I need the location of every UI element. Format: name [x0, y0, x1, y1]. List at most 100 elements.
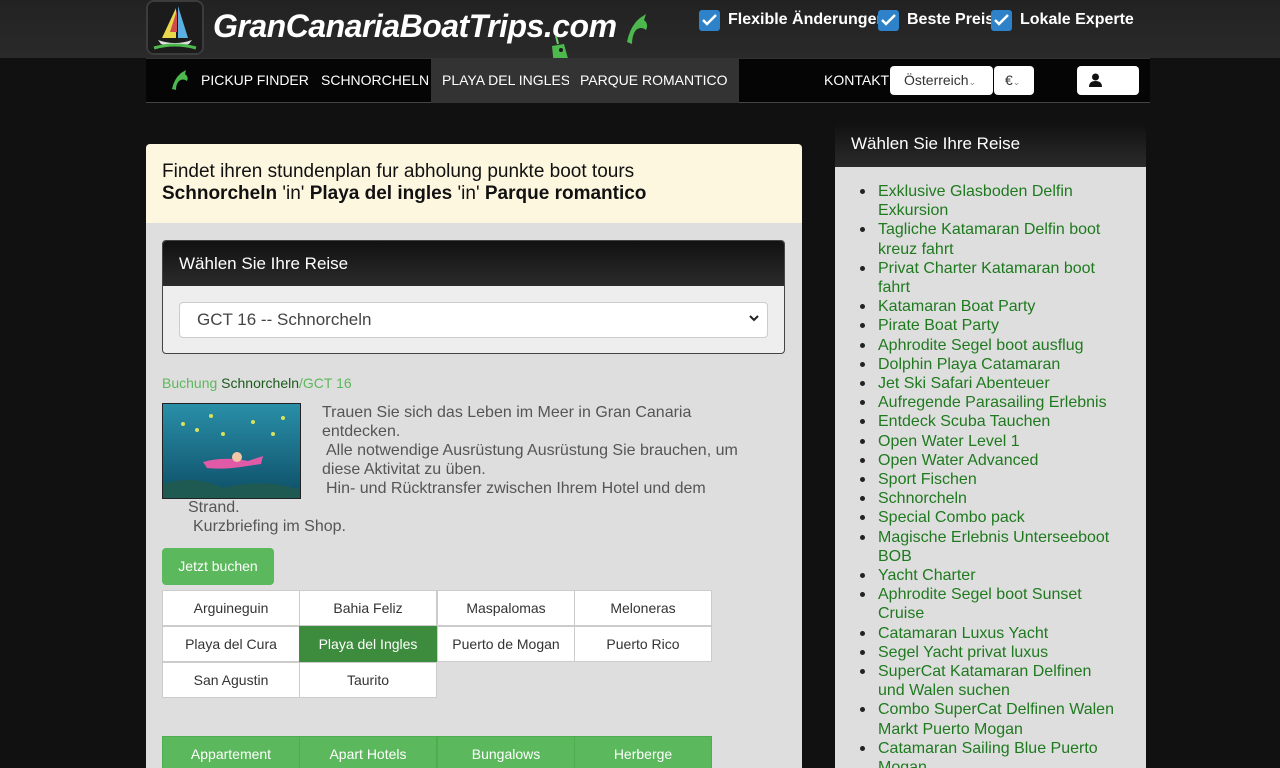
- sidebar-trip-link[interactable]: Combo SuperCat Delfinen Walen Markt Puert…: [859, 700, 1139, 738]
- sidebar-trip-link[interactable]: Katamaran Boat Party: [859, 297, 1139, 316]
- type-apart-hotels[interactable]: Apart Hotels: [299, 736, 437, 768]
- description-line: Alle notwendige Ausrüstung Ausrüstung Si…: [326, 442, 738, 459]
- type-appartement[interactable]: Appartement: [162, 736, 300, 768]
- sidebar-trip-link[interactable]: Special Combo pack: [859, 508, 1139, 527]
- sidebar-trip-label: Open Water Advanced: [878, 451, 1039, 469]
- nav-playa-del-ingles[interactable]: PLAYA DEL INGLES: [431, 59, 582, 103]
- sidebar-trip-link[interactable]: Jet Ski Safari Abenteuer: [859, 374, 1139, 393]
- sidebar-trip-link[interactable]: Catamaran Luxus Yacht: [859, 624, 1139, 643]
- description-line: Kurzbriefing im Shop.: [193, 518, 346, 535]
- main-navbar: PICKUP FINDER SCHNORCHELN PLAYA DEL INGL…: [146, 58, 1150, 103]
- dolphin-logo-icon: [627, 14, 648, 44]
- sidebar-trip-label: Open Water Level 1: [878, 432, 1020, 450]
- location-playa-del-cura[interactable]: Playa del Cura: [162, 626, 300, 662]
- country-select[interactable]: Österreich⌄: [890, 66, 993, 95]
- feature-local-expert: Lokale Experte: [991, 9, 1134, 31]
- description-line: Trauen Sie sich das Leben im Meer in Gra…: [322, 404, 692, 421]
- sidebar-trip-label: Markt Puerto Mogan: [878, 720, 1023, 738]
- sidebar-trip-label: Tagliche Katamaran Delfin boot: [878, 221, 1101, 239]
- location-maspalomas[interactable]: Maspalomas: [437, 590, 575, 626]
- sidebar-trip-label: fahrt: [878, 279, 911, 297]
- description-line: Hin- und Rücktransfer zwischen Ihrem Hot…: [326, 480, 706, 497]
- nav-schnorcheln[interactable]: SCHNORCHELN: [310, 59, 440, 103]
- sidebar-trip-link[interactable]: Segel Yacht privat luxus: [859, 643, 1139, 662]
- sidebar-trip-list: Exklusive Glasboden Delfin Exkursion Tagli…: [859, 182, 1139, 768]
- currency-select[interactable]: €⌄: [994, 66, 1034, 95]
- sidebar-trip-link[interactable]: Catamaran Sailing Blue Puerto Mogan: [859, 739, 1139, 768]
- sidebar-trip-link[interactable]: SuperCat Katamaran Delfinen und Walen suc…: [859, 662, 1139, 700]
- trip-select-dropdown[interactable]: GCT 16 -- Schnorcheln: [179, 302, 768, 338]
- sidebar-trip-link[interactable]: Aufregende Parasailing Erlebnis: [859, 393, 1139, 412]
- location-puerto-de-mogan[interactable]: Puerto de Mogan: [437, 626, 575, 662]
- pickup-notice: Findet ihren stundenplan fur abholung pu…: [146, 144, 802, 223]
- sidebar-trip-label: Catamaran Luxus Yacht: [878, 624, 1049, 642]
- sidebar-trip-label: SuperCat Katamaran Delfinen: [878, 663, 1092, 681]
- description-line: diese Aktivitat zu üben.: [322, 461, 486, 478]
- sidebar-trip-label: und Walen suchen: [878, 682, 1010, 700]
- location-bahia-feliz[interactable]: Bahia Feliz: [299, 590, 437, 626]
- description-line: entdecken.: [322, 423, 401, 440]
- trip-panel: Wählen Sie Ihre Reise GCT 16 -- Schnorch…: [146, 223, 802, 768]
- sidebar-trip-label: BOB: [878, 547, 912, 565]
- sidebar-trip-label: Aphrodite Segel boot ausflug: [878, 336, 1084, 354]
- trip-select-box: Wählen Sie Ihre Reise GCT 16 -- Schnorch…: [162, 240, 785, 354]
- nav-contact[interactable]: KONTAKT: [813, 59, 900, 103]
- sidebar-trip-link[interactable]: Sport Fischen: [859, 470, 1139, 489]
- sidebar-trip-link[interactable]: Exklusive Glasboden Delfin Exkursion: [859, 182, 1139, 220]
- sidebar-trip-link[interactable]: Schnorcheln: [859, 489, 1139, 508]
- sailboat-logo-icon[interactable]: [146, 0, 204, 55]
- sidebar-trip-link[interactable]: Tagliche Katamaran Delfin boot kreuz fahr…: [859, 220, 1139, 258]
- breadcrumb-code: /GCT 16: [299, 375, 352, 391]
- sidebar-trip-link[interactable]: Aphrodite Segel boot Sunset Cruise: [859, 585, 1139, 623]
- feature-best-price: Beste Preis: [878, 9, 994, 31]
- checkbox-icon: [699, 9, 720, 31]
- sidebar-trip-label: Dolphin Playa Catamaran: [878, 355, 1061, 373]
- top-header: GranCanariaBoatTrips.com Flexible Änderu…: [0, 0, 1280, 74]
- sidebar-trip-link[interactable]: Dolphin Playa Catamaran: [859, 355, 1139, 374]
- sidebar-trip-label: Combo SuperCat Delfinen Walen: [878, 701, 1114, 719]
- location-arguineguin[interactable]: Arguineguin: [162, 590, 300, 626]
- snorkeling-photo: [162, 403, 301, 499]
- book-now-button[interactable]: Jetzt buchen: [162, 548, 274, 585]
- location-puerto-rico[interactable]: Puerto Rico: [574, 626, 712, 662]
- breadcrumb-activity[interactable]: Schnorcheln: [221, 375, 299, 391]
- sidebar-trip-link[interactable]: Yacht Charter: [859, 566, 1139, 585]
- sidebar-trip-label: Exklusive Glasboden Delfin: [878, 183, 1073, 200]
- sidebar-trip-label: Yacht Charter: [878, 567, 976, 585]
- sidebar-trip-label: Pirate Boat Party: [878, 317, 999, 335]
- sidebar-trip-link[interactable]: Pirate Boat Party: [859, 316, 1139, 335]
- sidebar-trip-link[interactable]: Entdeck Scuba Tauchen: [859, 412, 1139, 431]
- sidebar-trip-link[interactable]: Privat Charter Katamaran boot fahrt: [859, 259, 1139, 297]
- sidebar-trip-link[interactable]: Open Water Advanced: [859, 451, 1139, 470]
- chevron-down-icon: [749, 315, 759, 322]
- location-san-agustin[interactable]: San Agustin: [162, 662, 300, 698]
- user-icon: [1089, 73, 1102, 87]
- sidebar-trip-label: Catamaran Sailing Blue Puerto: [878, 739, 1098, 757]
- feature-flexible: Flexible Änderungen: [699, 9, 886, 31]
- sidebar-trip-label: Mogan: [878, 759, 927, 768]
- dolphin-nav-icon[interactable]: [170, 69, 190, 91]
- location-playa-del-ingles[interactable]: Playa del Ingles: [299, 626, 437, 662]
- notice-line: Findet ihren stundenplan fur abholung pu…: [162, 161, 635, 182]
- breadcrumb-booking[interactable]: Buchung: [162, 375, 217, 391]
- checkbox-icon: [991, 9, 1012, 31]
- sidebar-trip-label: Special Combo pack: [878, 509, 1025, 527]
- nav-parque-romantico[interactable]: PARQUE ROMANTICO: [569, 59, 739, 103]
- sidebar-trip-link[interactable]: Magische Erlebnis Unterseeboot BOB: [859, 528, 1139, 566]
- sidebar-trip-link[interactable]: Aphrodite Segel boot ausflug: [859, 336, 1139, 355]
- sidebar-trip-label: Aufregende Parasailing Erlebnis: [878, 394, 1107, 412]
- nav-pickup-finder[interactable]: PICKUP FINDER: [190, 59, 320, 103]
- sidebar-trip-label: Cruise: [878, 605, 925, 623]
- type-herberge[interactable]: Herberge: [574, 736, 712, 768]
- location-taurito[interactable]: Taurito: [299, 662, 437, 698]
- checkbox-icon: [878, 9, 899, 31]
- sidebar-trip-label: Aphrodite Segel boot Sunset: [878, 586, 1082, 604]
- sidebar-trip-link[interactable]: Open Water Level 1: [859, 432, 1139, 451]
- trip-select-heading: Wählen Sie Ihre Reise: [163, 241, 784, 286]
- type-bungalows[interactable]: Bungalows: [437, 736, 575, 768]
- sidebar-trip-label: Segel Yacht privat luxus: [878, 643, 1049, 661]
- location-meloneras[interactable]: Meloneras: [574, 590, 712, 626]
- sidebar-trip-label: Katamaran Boat Party: [878, 298, 1036, 316]
- chevron-down-icon: ⌄: [968, 77, 977, 87]
- user-account-button[interactable]: [1077, 66, 1139, 95]
